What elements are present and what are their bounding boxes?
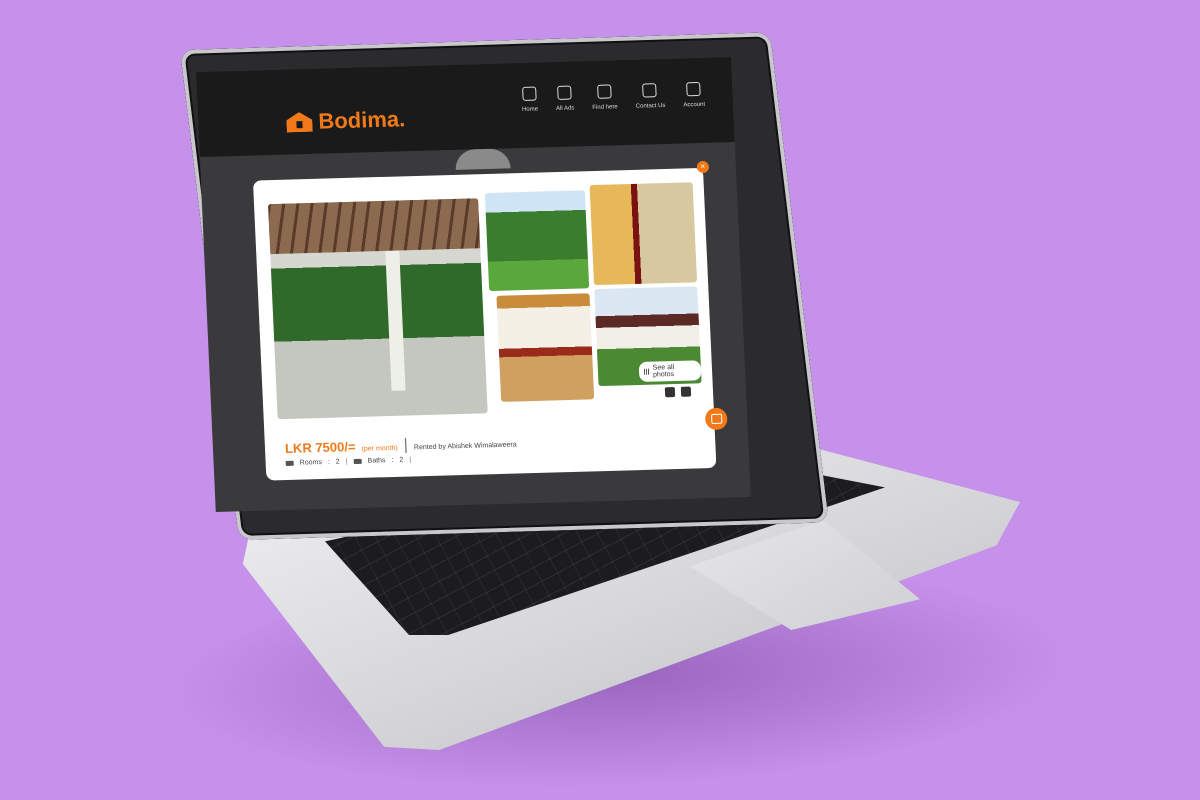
nav-item-contact-us[interactable]: Contact Us — [635, 83, 666, 110]
occupant-type — [664, 386, 692, 398]
background-avatar — [454, 148, 511, 170]
price-period: (per month) — [361, 444, 398, 453]
see-all-photos-button[interactable]: See all photos — [638, 360, 702, 382]
close-button[interactable]: × — [696, 160, 710, 174]
nav-label-all-ads: All Ads — [555, 105, 575, 112]
colon: : — [391, 456, 394, 465]
nav-item-all-ads[interactable]: All Ads — [555, 85, 575, 112]
chat-button[interactable] — [704, 407, 728, 431]
home-icon — [521, 86, 537, 101]
baths-value: 2 — [399, 456, 404, 464]
top-navigation-bar: Bodima. Home All Ads Find here Contact U… — [196, 57, 735, 157]
nav-label-find-here: Find here — [592, 104, 618, 111]
house-logo-icon — [286, 112, 313, 133]
laptop-screen: Bodima. Home All Ads Find here Contact U… — [196, 57, 751, 513]
nav-item-home[interactable]: Home — [521, 86, 539, 113]
brand-name: Bodima. — [317, 106, 406, 134]
rooms-value: 2 — [335, 458, 340, 466]
user-icon — [686, 81, 701, 97]
garden-photo[interactable] — [484, 190, 590, 292]
hallway-photo[interactable] — [496, 293, 595, 402]
rooms-label: Rooms — [299, 458, 323, 467]
price: LKR 7500/= — [284, 439, 356, 456]
nav-item-find-here[interactable]: Find here — [591, 84, 618, 111]
price-row: LKR 7500/= (per month) | Rented by Abish… — [285, 434, 517, 458]
photo-gallery: See all photos — [268, 182, 703, 420]
listing-modal: × See all photos LKR 7500/= (per month) … — [252, 160, 717, 481]
brand-logo[interactable]: Bodima. — [286, 106, 406, 135]
grid-icon — [643, 368, 651, 375]
property-specs: Rooms : 2 | Baths : 2 | — [285, 456, 412, 467]
nav-label-account: Account — [683, 101, 706, 109]
male-icon — [664, 387, 676, 398]
shower-icon — [353, 458, 362, 465]
search-icon — [597, 84, 612, 99]
separator: | — [345, 458, 348, 466]
see-all-label: See all photos — [652, 364, 675, 379]
bed-icon — [285, 460, 294, 466]
colon: : — [327, 458, 331, 466]
main-photo[interactable] — [268, 198, 488, 420]
separator: | — [403, 436, 409, 454]
main-nav: Home All Ads Find here Contact Us Accoun… — [521, 81, 706, 113]
interior-photo[interactable] — [589, 182, 698, 286]
nav-item-account[interactable]: Account — [682, 81, 706, 109]
headset-icon — [642, 83, 658, 98]
owner-name: Rented by Abishek Wimalaweera — [413, 441, 517, 452]
female-icon — [680, 386, 692, 397]
baths-label: Baths — [367, 457, 386, 465]
nav-label-contact-us: Contact Us — [635, 102, 666, 110]
target-icon — [557, 85, 572, 100]
chat-icon — [710, 413, 722, 425]
nav-label-home: Home — [521, 106, 539, 113]
separator: | — [409, 456, 412, 464]
